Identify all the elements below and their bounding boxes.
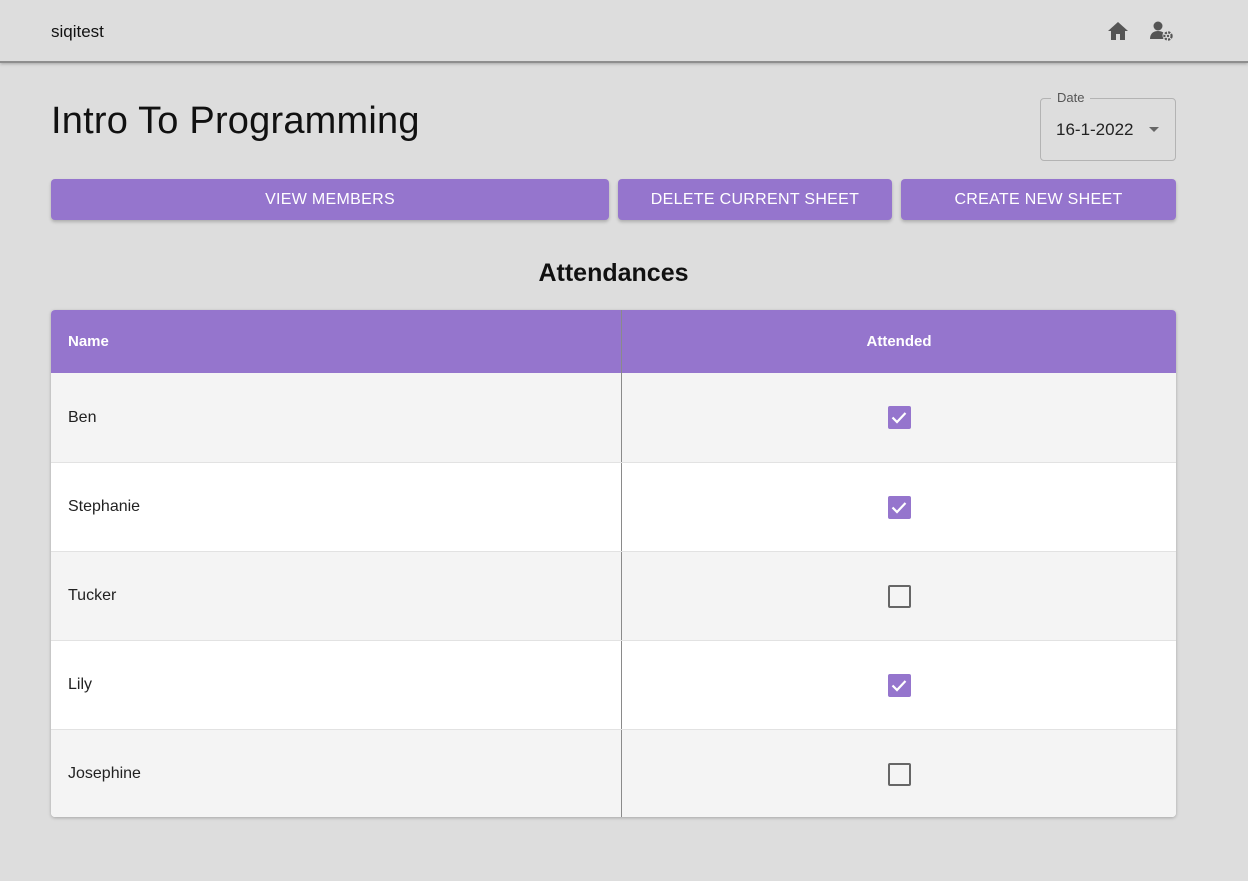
table-row: Stephanie [51,462,1176,551]
table-body: Ben Stephanie Tucker Lily Josephine [51,373,1176,817]
table-row: Tucker [51,551,1176,640]
page-title: Intro To Programming [51,100,420,142]
member-name: Ben [51,373,622,462]
member-name: Lily [51,641,622,729]
member-name: Stephanie [51,463,622,551]
attended-cell [622,730,1176,817]
checkmark-icon [891,501,907,514]
user-settings-icon[interactable] [1150,19,1174,43]
app-bar: siqitest [0,0,1248,63]
date-select-value: 16-1-2022 [1056,120,1134,139]
view-members-button[interactable]: VIEW MEMBERS [51,179,609,220]
home-icon[interactable] [1106,19,1130,43]
attended-cell [622,552,1176,640]
member-name: Tucker [51,552,622,640]
column-header-attended[interactable]: Attended [622,310,1176,373]
attended-checkbox[interactable] [887,762,911,786]
app-brand[interactable]: siqitest [51,22,104,42]
table-row: Lily [51,640,1176,729]
attended-checkbox[interactable] [887,495,911,519]
attended-checkbox[interactable] [887,673,911,697]
attendance-table: Name Attended Ben Stephanie Tucker Lily Jose… [51,310,1176,817]
attendances-heading: Attendances [538,259,689,287]
checkmark-icon [891,679,907,692]
delete-current-sheet-button[interactable]: DELETE CURRENT SHEET [618,179,892,220]
attended-checkbox[interactable] [887,584,911,608]
date-select-label: Date [1051,90,1091,105]
date-select[interactable]: Date 16-1-2022 [1040,90,1176,161]
table-header: Name Attended [51,310,1176,373]
member-name: Josephine [51,730,622,817]
checkmark-icon [891,412,907,424]
attended-cell [622,641,1176,729]
attended-checkbox[interactable] [887,406,911,429]
column-header-name[interactable]: Name [51,310,622,373]
attended-cell [622,463,1176,551]
attended-cell [622,373,1176,462]
table-row: Josephine [51,729,1176,817]
create-new-sheet-button[interactable]: CREATE NEW SHEET [901,179,1176,220]
table-row: Ben [51,373,1176,462]
dropdown-arrow-icon[interactable] [1149,127,1159,132]
